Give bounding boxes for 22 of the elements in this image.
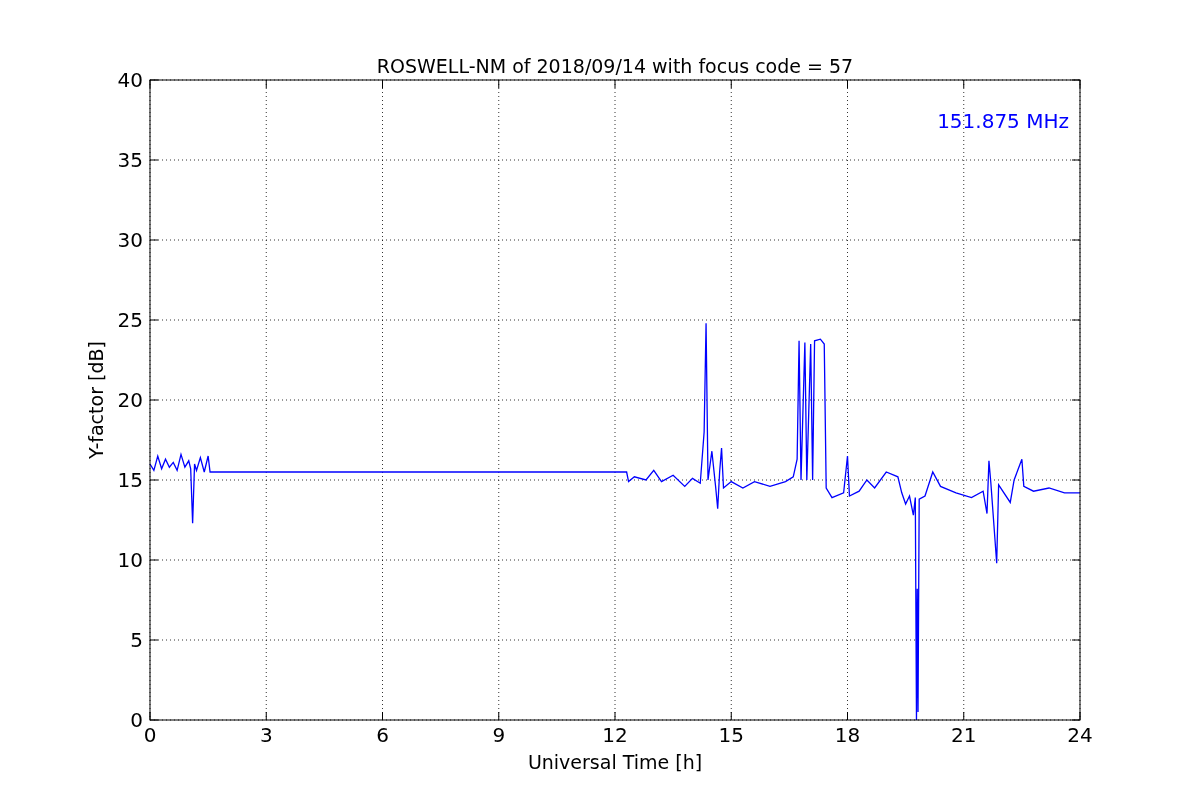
- x-tick-label: 12: [602, 723, 628, 747]
- x-tick-label: 6: [376, 723, 389, 747]
- x-axis-label: Universal Time [h]: [527, 751, 703, 773]
- x-tick-label: 24: [1067, 723, 1093, 747]
- y-axis-label: Y-factor [dB]: [85, 341, 107, 459]
- y-tick-label: 30: [117, 228, 143, 252]
- y-tick-label: 20: [117, 388, 143, 412]
- x-tick-label: 0: [143, 723, 157, 747]
- chart-title: ROSWELL-NM of 2018/09/14 with focus code = 57: [376, 55, 854, 77]
- x-tick-label: 9: [492, 723, 506, 747]
- y-tick-label: 5: [130, 628, 143, 652]
- x-tick-label: 21: [951, 723, 977, 747]
- y-tick-label: 35: [117, 148, 143, 172]
- y-tick-label: 15: [117, 468, 143, 492]
- legend-label: 151.875 MHz: [937, 109, 1069, 133]
- x-tick-label: 18: [834, 723, 861, 747]
- y-tick-label: 40: [117, 68, 143, 92]
- y-tick-label: 25: [117, 308, 143, 332]
- x-tick-label: 3: [259, 723, 273, 747]
- y-tick-label: 0: [130, 708, 143, 732]
- x-tick-label: 15: [718, 723, 744, 747]
- y-tick-label: 10: [117, 548, 143, 572]
